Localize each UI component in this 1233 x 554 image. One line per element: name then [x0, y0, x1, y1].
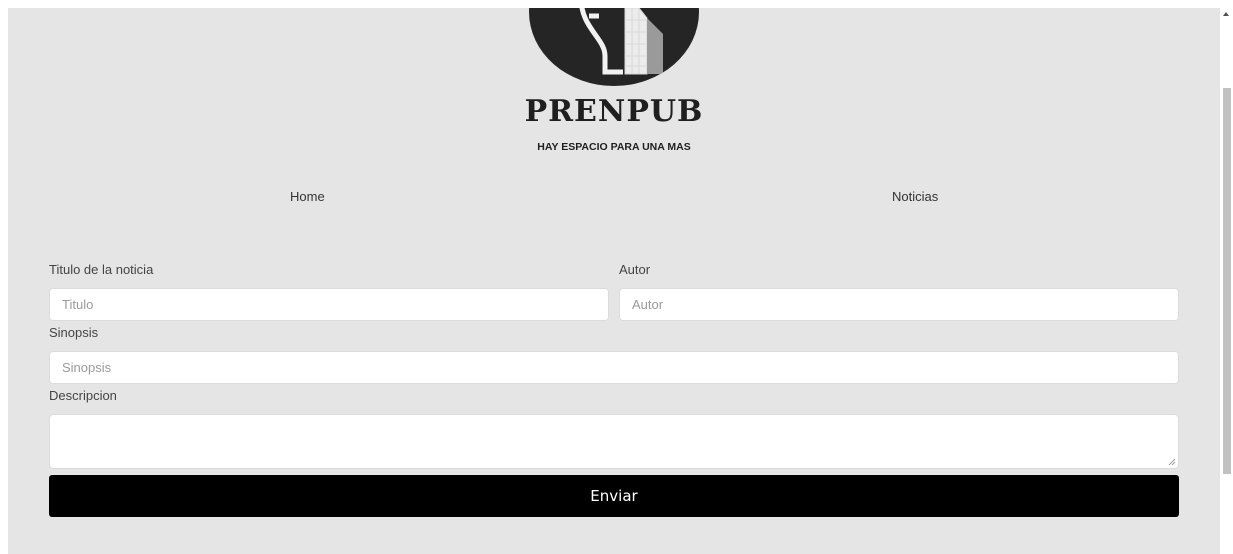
descripcion-textarea[interactable]: [49, 414, 1179, 469]
sinopsis-label: Sinopsis: [49, 325, 99, 340]
descripcion-wrapper: [49, 414, 1179, 469]
titulo-label: Titulo de la noticia: [49, 262, 154, 277]
nav-noticias-link[interactable]: Noticias: [892, 189, 938, 204]
resize-grip-icon[interactable]: [1168, 458, 1176, 466]
descripcion-label: Descripcion: [49, 388, 117, 403]
scrollbar-thumb[interactable]: [1223, 88, 1231, 474]
sinopsis-input[interactable]: [49, 351, 1179, 384]
nav-home-link[interactable]: Home: [290, 189, 325, 204]
chevron-up-icon[interactable]: [1223, 12, 1229, 16]
vertical-scrollbar[interactable]: [1220, 0, 1233, 554]
titulo-input[interactable]: [49, 288, 609, 321]
autor-input[interactable]: [619, 288, 1179, 321]
logo-icon: [529, 8, 699, 86]
autor-label: Autor: [619, 262, 651, 277]
brand-name: PRENPUB: [524, 94, 704, 129]
enviar-button[interactable]: Enviar: [49, 475, 1179, 517]
brand-tagline: HAY ESPACIO PARA UNA MAS: [537, 141, 691, 153]
browser-viewport: PRENPUB HAY ESPACIO PARA UNA MAS Home No…: [0, 0, 1233, 554]
page-content: PRENPUB HAY ESPACIO PARA UNA MAS Home No…: [8, 8, 1220, 554]
